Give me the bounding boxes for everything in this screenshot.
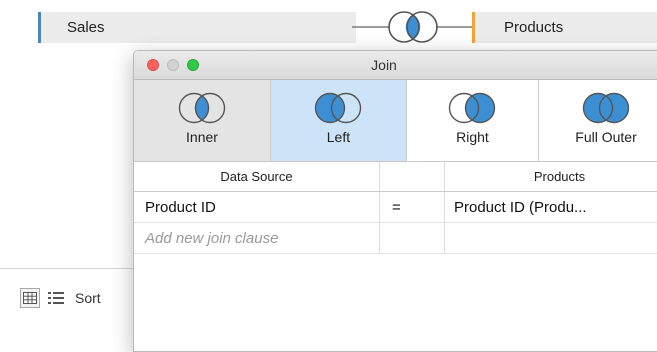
data-source-products[interactable]: Products (472, 12, 657, 43)
list-view-icon[interactable] (48, 291, 64, 305)
venn-left-icon (315, 92, 362, 124)
join-type-selector: Inner Left Right Full Outer (134, 80, 657, 162)
data-source-sales-label: Sales (67, 19, 105, 36)
header-products: Products (533, 169, 586, 184)
join-dialog: Join Inner Left Right Full Outer Data So… (133, 50, 657, 352)
join-type-full-outer-label: Full Outer (575, 129, 637, 145)
dialog-titlebar[interactable]: Join (134, 51, 657, 80)
join-type-right[interactable]: Right (406, 80, 539, 161)
join-type-full-outer[interactable]: Full Outer (539, 80, 657, 161)
header-operator (380, 162, 445, 191)
join-clause-header: Data Source Products (134, 162, 657, 192)
join-type-left-label: Left (326, 129, 351, 145)
empty-operator-cell (380, 223, 445, 253)
join-type-inner-label: Inner (186, 129, 218, 145)
dialog-title: Join (371, 57, 397, 73)
join-clause-table: Data Source Products Product ID = Produc… (134, 162, 657, 254)
clause-right-field[interactable]: Product ID (Produ... (445, 192, 657, 222)
clause-left-field[interactable]: Product ID (134, 192, 380, 222)
empty-right-cell (445, 223, 657, 253)
join-type-left[interactable]: Left (270, 80, 407, 161)
clause-operator[interactable]: = (380, 192, 445, 222)
add-join-clause-button[interactable]: Add new join clause (134, 223, 380, 253)
data-source-products-label: Products (504, 19, 564, 36)
grid-view-icon[interactable] (20, 288, 40, 308)
view-toolbar: Sort (20, 288, 101, 308)
join-type-inner[interactable]: Inner (134, 80, 271, 161)
canvas-divider (0, 268, 140, 269)
add-join-clause-row[interactable]: Add new join clause (134, 223, 657, 254)
header-data-source: Data Source (134, 162, 380, 191)
data-source-sales[interactable]: Sales (38, 12, 356, 43)
venn-full-outer-icon (582, 92, 630, 124)
venn-right-icon (449, 92, 496, 124)
join-type-right-label: Right (456, 129, 489, 145)
join-link-icon[interactable] (352, 8, 474, 51)
join-clause-row[interactable]: Product ID = Product ID (Produ... (134, 192, 657, 223)
venn-inner-icon (178, 92, 226, 124)
sort-label[interactable]: Sort (75, 290, 101, 306)
